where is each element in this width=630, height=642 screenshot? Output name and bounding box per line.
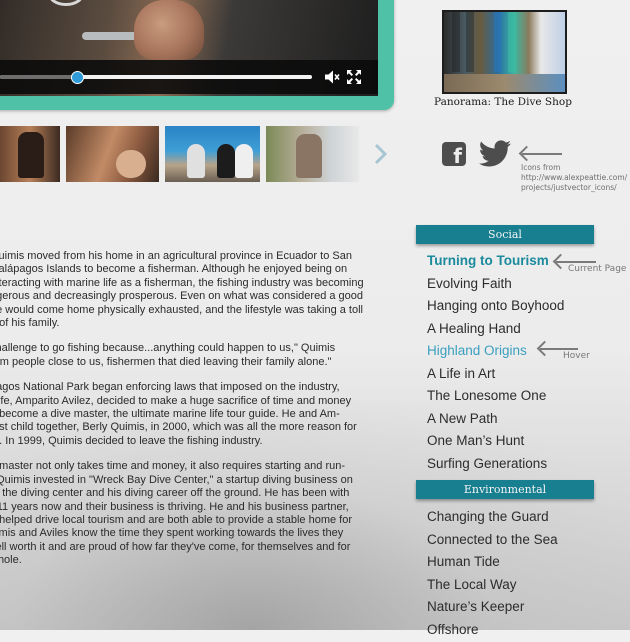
article-line: d become a dive master, the ultimate mar…	[0, 408, 382, 421]
article-paragraph: pagos National Park began enforcing laws…	[0, 381, 382, 448]
diver-gear	[48, 0, 84, 6]
article-body: Quimis moved from his home in an agricul…	[0, 250, 382, 580]
article-line: r 11 years now and their business is thr…	[0, 501, 382, 514]
article-line: challenge to go fishing because...anythi…	[0, 342, 382, 355]
nav-item-hanging-onto-boyhood[interactable]: Hanging onto Boyhood	[427, 296, 564, 319]
seek-bar[interactable]	[0, 75, 312, 79]
arrow-left-icon	[556, 261, 596, 263]
thumbnail[interactable]	[66, 126, 159, 182]
diver-regulator	[82, 32, 142, 40]
article-line: e helped drive local tourism and are bot…	[0, 514, 382, 527]
nav-item-human-tide[interactable]: Human Tide	[427, 552, 558, 575]
volume-icon[interactable]	[324, 69, 340, 85]
article-line: uimis and Aviles know the time they spen…	[0, 527, 382, 540]
video-player	[0, 0, 394, 110]
article-line: th. In 1999, Quimis decided to leave the…	[0, 435, 382, 448]
facebook-icon[interactable]: f	[442, 142, 466, 166]
diver-hand	[134, 0, 204, 60]
video-frame-image[interactable]	[0, 0, 378, 96]
icons-credit-line: projects/justvector_icons/	[521, 183, 629, 193]
article-line: vell worth it and are proud of how far t…	[0, 541, 382, 554]
fullscreen-icon[interactable]	[346, 69, 362, 85]
icons-credit-line: http://www.alexpeattie.com/	[521, 173, 629, 183]
nav-item-offshore[interactable]: Offshore	[427, 620, 558, 642]
arrow-left-icon	[522, 153, 562, 155]
nav-item-a-healing-hand[interactable]: A Healing Hand	[427, 319, 564, 342]
nav-item-a-new-path[interactable]: A New Path	[427, 409, 564, 432]
article-line: he would come home physically exhausted,…	[0, 304, 382, 317]
thumbnail[interactable]	[0, 126, 60, 182]
arrow-left-icon	[540, 348, 578, 350]
social-section-header: Social	[416, 225, 594, 244]
environmental-section-header: Environmental	[416, 480, 594, 499]
video-control-bar	[0, 60, 378, 94]
article-line: . Quimis invested in "Wreck Bay Dive Cen…	[0, 474, 382, 487]
article-line: first child together, Berly Quimis, in 2…	[0, 421, 382, 434]
article-line: e master not only takes time and money, …	[0, 460, 382, 473]
article-line: rom people close to us, fishermen that d…	[0, 356, 382, 369]
hover-note: Hover	[563, 351, 590, 361]
nav-item-natures-keeper[interactable]: Nature’s Keeper	[427, 597, 558, 620]
article-line: Galápagos Islands to become a fisherman.…	[0, 263, 382, 276]
panorama-image[interactable]	[442, 10, 567, 94]
article-line: whole.	[0, 554, 382, 567]
social-story-list: Turning to Tourism Evolving Faith Hangin…	[427, 251, 564, 476]
article-paragraph: challenge to go fishing because...anythi…	[0, 342, 382, 369]
icons-credit: Icons from http://www.alexpeattie.com/ p…	[521, 163, 629, 193]
twitter-icon[interactable]	[478, 140, 512, 168]
environmental-story-list: Changing the Guard Connected to the Sea …	[427, 507, 558, 642]
article-line: wife, Amparito Avilez, decided to make a…	[0, 395, 382, 408]
nav-item-one-mans-hunt[interactable]: One Man’s Hunt	[427, 431, 564, 454]
article-line: Quimis moved from his home in an agricul…	[0, 250, 382, 263]
nav-item-a-life-in-art[interactable]: A Life in Art	[427, 364, 564, 387]
nav-item-changing-the-guard[interactable]: Changing the Guard	[427, 507, 558, 530]
nav-item-the-local-way[interactable]: The Local Way	[427, 575, 558, 598]
article-line: et the diving center and his diving care…	[0, 487, 382, 500]
chevron-right-icon[interactable]	[372, 142, 390, 166]
article-line: interacting with marine life as a fisher…	[0, 277, 382, 290]
nav-item-connected-to-the-sea[interactable]: Connected to the Sea	[427, 530, 558, 553]
nav-item-evolving-faith[interactable]: Evolving Faith	[427, 274, 564, 297]
article-paragraph: e master not only takes time and money, …	[0, 460, 382, 567]
thumbnail[interactable]	[165, 126, 260, 182]
article-paragraph: Quimis moved from his home in an agricul…	[0, 250, 382, 330]
article-line: d of his family.	[0, 317, 382, 330]
nav-item-the-lonesome-one[interactable]: The Lonesome One	[427, 386, 564, 409]
panorama-caption: Panorama: The Dive Shop	[432, 96, 574, 108]
nav-item-surfing-generations[interactable]: Surfing Generations	[427, 454, 564, 477]
seek-handle[interactable]	[71, 71, 84, 84]
article-line: pagos National Park began enforcing laws…	[0, 381, 382, 394]
article-line: ngerous and decreasingly prosperous. Eve…	[0, 290, 382, 303]
thumbnail[interactable]	[266, 126, 359, 182]
icons-credit-line: Icons from	[521, 163, 629, 173]
current-page-note: Current Page	[568, 264, 626, 274]
seek-progress	[0, 75, 76, 79]
nav-item-turning-to-tourism[interactable]: Turning to Tourism	[427, 251, 564, 274]
